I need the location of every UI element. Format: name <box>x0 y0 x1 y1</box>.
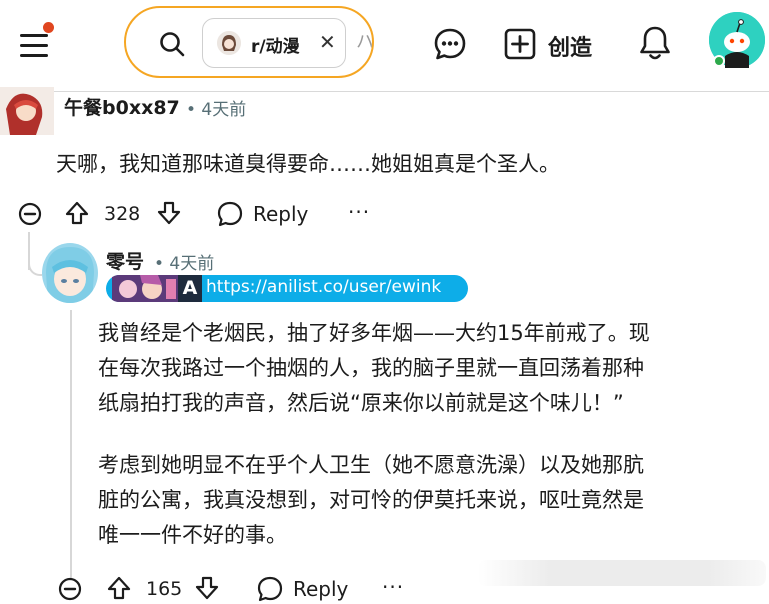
notifications-button[interactable] <box>637 24 673 64</box>
top-header: r/动漫 ✕ ハ 创造 <box>0 0 769 92</box>
search-icon <box>160 32 185 57</box>
thread-line[interactable] <box>70 310 72 578</box>
chat-button[interactable] <box>432 26 468 62</box>
user-avatar[interactable] <box>709 12 765 68</box>
search-bar[interactable]: r/动漫 ✕ ハ <box>124 6 374 78</box>
bell-icon <box>640 26 670 60</box>
comment-author[interactable]: 零号 <box>106 247 144 274</box>
anilist-logo: A <box>178 275 202 302</box>
comment-timestamp: • 4天前 <box>186 100 247 120</box>
downvote-button[interactable] <box>156 200 182 230</box>
reply-icon <box>217 201 243 227</box>
menu-icon <box>20 34 48 37</box>
comment-text-line: 唯一一件不好的事。 <box>98 523 287 547</box>
community-avatar <box>217 31 241 55</box>
comment-actions: 165 Reply ··· <box>40 571 420 604</box>
thread-connector <box>28 262 42 276</box>
more-options-button[interactable]: ··· <box>348 200 370 224</box>
comment-actions: 328 Reply ··· <box>0 196 400 232</box>
community-chip[interactable]: r/动漫 ✕ <box>202 18 346 68</box>
comment-timestamp: • 4天前 <box>154 254 215 274</box>
vote-score: 165 <box>146 578 183 600</box>
more-options-button[interactable]: ··· <box>382 575 404 599</box>
comment-text-line: 在每次我路过一个抽烟的人，我的脑子里就一直回荡着那种 <box>98 356 644 380</box>
comment-paragraph: 我曾经是个老烟民，抽了好多年烟——大约15年前戒了。现 在每次我路过一个抽烟的人… <box>98 316 748 421</box>
collapse-button[interactable] <box>18 202 42 226</box>
downvote-button[interactable] <box>194 575 220 604</box>
comment-text-line: 脏的公寓，我真没想到，对可怜的伊莫托来说，呕吐竟然是 <box>98 488 644 512</box>
flair-emoji-image <box>112 275 178 302</box>
search-trailing-text: ハ <box>356 32 374 53</box>
collapse-button[interactable] <box>58 577 82 601</box>
notification-dot <box>43 22 54 33</box>
vote-score: 328 <box>104 203 141 225</box>
comment-text-line: 我曾经是个老烟民，抽了好多年烟——大约15年前戒了。现 <box>98 321 650 345</box>
upvote-button[interactable] <box>64 200 90 230</box>
online-status-dot <box>713 55 725 67</box>
upvote-icon <box>65 201 89 225</box>
comment-text-line: 考虑到她明显不在乎个人卫生（她不愿意洗澡）以及她那肮 <box>98 453 644 477</box>
create-button[interactable]: 创造 <box>500 22 610 66</box>
upvote-button[interactable] <box>106 575 132 604</box>
create-label: 创造 <box>548 36 593 61</box>
comment-paragraph: 考虑到她明显不在乎个人卫生（她不愿意洗澡）以及她那肮 脏的公寓，我真没想到，对可… <box>98 448 748 553</box>
upvote-icon <box>107 576 131 600</box>
flair-link[interactable]: https://anilist.co/user/ewink <box>206 277 441 297</box>
menu-button[interactable] <box>14 22 54 60</box>
community-chip-label: r/动漫 <box>251 37 300 57</box>
downvote-icon <box>157 201 181 225</box>
collapse-icon <box>58 577 82 601</box>
reply-button[interactable]: Reply <box>256 573 356 604</box>
collapse-icon <box>18 202 42 226</box>
user-flair[interactable]: A https://anilist.co/user/ewink <box>106 275 468 302</box>
comment-author-avatar[interactable] <box>42 243 98 303</box>
downvote-icon <box>195 576 219 600</box>
chat-icon <box>434 28 466 60</box>
comment-author-avatar[interactable] <box>0 87 54 135</box>
comment-body: 天哪，我知道那味道臭得要命……她姐姐真是个圣人。 <box>56 152 560 176</box>
reply-label: Reply <box>253 202 309 226</box>
close-icon[interactable]: ✕ <box>319 30 336 54</box>
comment-author[interactable]: 午餐b0xx87 <box>64 93 180 120</box>
blurred-area <box>478 560 766 586</box>
reply-icon <box>257 576 283 602</box>
reply-button[interactable]: Reply <box>216 198 316 230</box>
plus-icon <box>504 28 536 60</box>
comment-text-line: 纸扇拍打我的声音，然后说“原来你以前就是这个味儿！” <box>98 391 624 415</box>
reply-label: Reply <box>293 577 349 601</box>
